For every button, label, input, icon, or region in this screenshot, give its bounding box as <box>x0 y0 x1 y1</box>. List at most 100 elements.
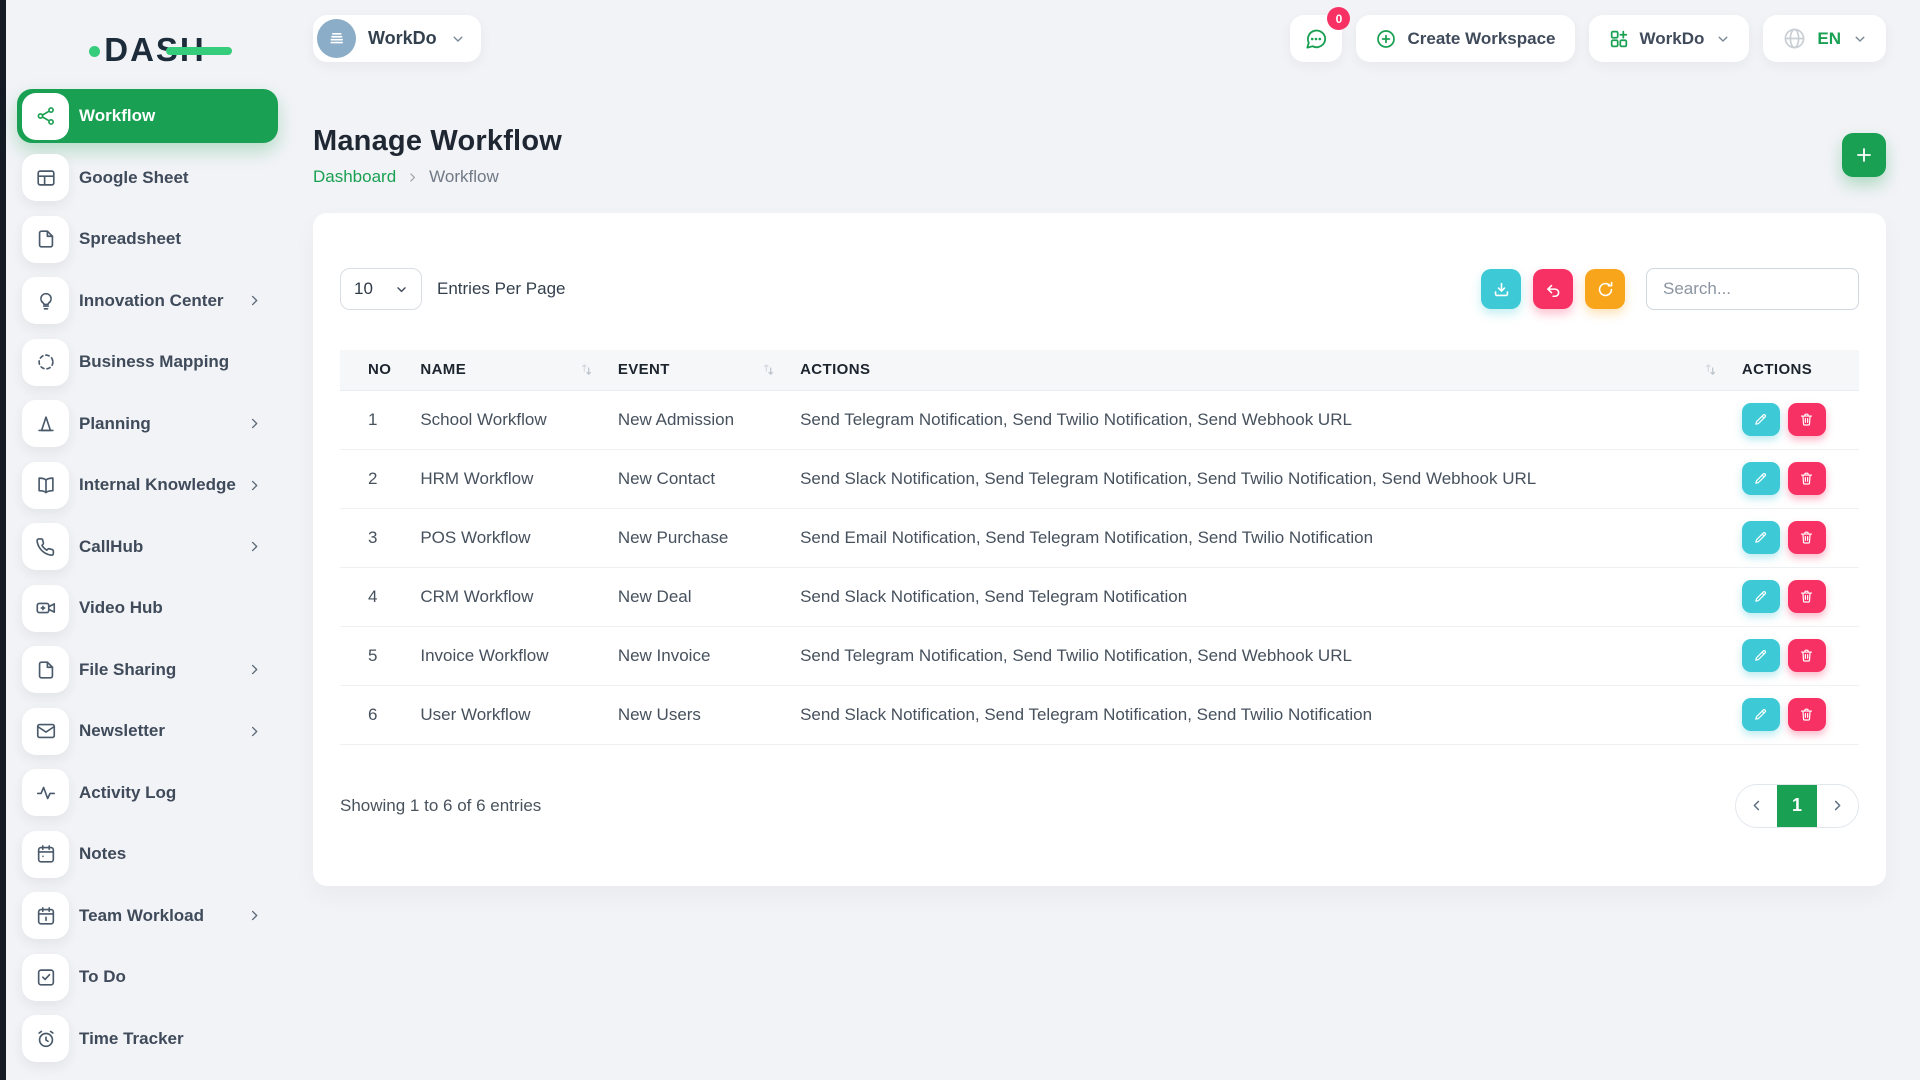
sidebar-item-innovation-center[interactable]: Innovation Center <box>17 274 278 328</box>
edit-button[interactable] <box>1742 462 1780 495</box>
table-row: 5 Invoice Workflow New Invoice Send Tele… <box>340 626 1859 685</box>
sidebar-item-label: Innovation Center <box>79 291 224 311</box>
sidebar-item-to-do[interactable]: To Do <box>17 950 278 1004</box>
add-workflow-button[interactable] <box>1842 133 1886 177</box>
workspace-switcher[interactable]: WorkDo <box>313 15 481 62</box>
cell-actions-text: Send Email Notification, Send Telegram N… <box>788 508 1730 567</box>
delete-button[interactable] <box>1788 580 1826 613</box>
workflow-table: NO NAME EVENT ACTIONS ACTIONS 1 School <box>340 350 1859 745</box>
logo-dot-accent <box>89 46 100 57</box>
sidebar-item-google-sheet[interactable]: Google Sheet <box>17 151 278 205</box>
pencil-icon <box>1753 412 1768 427</box>
breadcrumb-dashboard-link[interactable]: Dashboard <box>313 167 396 187</box>
pencil-icon <box>1753 530 1768 545</box>
sidebar-item-business-mapping[interactable]: Business Mapping <box>17 335 278 389</box>
row-actions <box>1742 462 1847 495</box>
sidebar-item-time-tracker[interactable]: Time Tracker <box>17 1012 278 1066</box>
chevron-right-icon <box>247 724 262 739</box>
pencil-icon <box>1753 648 1768 663</box>
pencil-icon <box>1753 589 1768 604</box>
sidebar-item-label: Activity Log <box>79 783 176 803</box>
refresh-button[interactable] <box>1585 269 1625 309</box>
edit-button[interactable] <box>1742 580 1780 613</box>
table-footer: Showing 1 to 6 of 6 entries 1 <box>340 784 1859 828</box>
edit-button[interactable] <box>1742 521 1780 554</box>
mail-icon <box>22 708 69 755</box>
sidebar-item-label: Time Tracker <box>79 1029 184 1049</box>
sidebar-item-internal-knowledge[interactable]: Internal Knowledge <box>17 458 278 512</box>
trash-icon <box>1799 707 1814 722</box>
delete-button[interactable] <box>1788 698 1826 731</box>
sidebar-item-label: Newsletter <box>79 721 165 741</box>
language-selector[interactable]: EN <box>1763 15 1886 62</box>
column-header-label: ACTIONS <box>1742 361 1812 378</box>
trash-icon <box>1799 471 1814 486</box>
table-row: 3 POS Workflow New Purchase Send Email N… <box>340 508 1859 567</box>
sidebar-item-team-workload[interactable]: Team Workload <box>17 889 278 943</box>
sidebar-item-notes[interactable]: Notes <box>17 827 278 881</box>
book-icon <box>22 462 69 509</box>
calendar-icon <box>22 892 69 939</box>
sidebar-item-label: Team Workload <box>79 906 204 926</box>
file-icon <box>22 646 69 693</box>
sidebar-item-workflow[interactable]: Workflow <box>17 89 278 143</box>
table-toolbar: 10 Entries Per Page <box>340 268 1859 310</box>
delete-button[interactable] <box>1788 521 1826 554</box>
column-header-label: NO <box>368 361 391 378</box>
chat-icon <box>1303 26 1329 52</box>
app-logo[interactable]: DASH <box>0 0 295 89</box>
sidebar-item-label: CallHub <box>79 537 143 557</box>
sidebar-item-spreadsheet[interactable]: Spreadsheet <box>17 212 278 266</box>
edit-button[interactable] <box>1742 403 1780 436</box>
chevron-right-icon <box>247 539 262 554</box>
cell-name: User Workflow <box>408 685 605 744</box>
previous-page-button[interactable] <box>1736 784 1777 828</box>
plus-circle-icon <box>1375 28 1397 50</box>
sort-icon[interactable] <box>579 362 594 377</box>
trash-icon <box>1799 589 1814 604</box>
sort-icon[interactable] <box>1703 362 1718 377</box>
sidebar-item-planning[interactable]: Planning <box>17 397 278 451</box>
column-header-label: ACTIONS <box>800 361 870 378</box>
current-page-button[interactable]: 1 <box>1777 784 1817 828</box>
edit-button[interactable] <box>1742 639 1780 672</box>
delete-button[interactable] <box>1788 639 1826 672</box>
main-content: WorkDo 0 Create Workspace WorkDo EN <box>295 0 1920 1080</box>
cell-event: New Invoice <box>606 626 788 685</box>
sidebar-item-callhub[interactable]: CallHub <box>17 520 278 574</box>
note-icon <box>22 831 69 878</box>
sidebar-item-video-hub[interactable]: Video Hub <box>17 581 278 635</box>
cell-name: Invoice Workflow <box>408 626 605 685</box>
column-header-label: EVENT <box>618 361 670 378</box>
entries-per-page-label: Entries Per Page <box>437 279 566 299</box>
pencil-icon <box>1753 471 1768 486</box>
messages-button[interactable]: 0 <box>1290 15 1342 62</box>
sidebar-item-label: Business Mapping <box>79 352 229 372</box>
next-page-button[interactable] <box>1817 784 1858 828</box>
create-workspace-button[interactable]: Create Workspace <box>1356 15 1574 62</box>
table-header-row: NO NAME EVENT ACTIONS ACTIONS <box>340 350 1859 390</box>
edit-button[interactable] <box>1742 698 1780 731</box>
sidebar-item-label: Planning <box>79 414 151 434</box>
showing-entries-text: Showing 1 to 6 of 6 entries <box>340 796 541 816</box>
reset-button[interactable] <box>1533 269 1573 309</box>
sidebar-item-newsletter[interactable]: Newsletter <box>17 704 278 758</box>
entries-per-page-value: 10 <box>354 279 373 299</box>
sort-icon[interactable] <box>761 362 776 377</box>
page-title: Manage Workflow <box>313 125 562 158</box>
delete-button[interactable] <box>1788 462 1826 495</box>
entries-per-page-select[interactable]: 10 <box>340 268 422 310</box>
chevron-right-icon <box>247 662 262 677</box>
sidebar-item-activity-log[interactable]: Activity Log <box>17 766 278 820</box>
sidebar-item-file-sharing[interactable]: File Sharing <box>17 643 278 697</box>
table-row: 6 User Workflow New Users Send Slack Not… <box>340 685 1859 744</box>
video-icon <box>22 585 69 632</box>
export-button[interactable] <box>1481 269 1521 309</box>
delete-button[interactable] <box>1788 403 1826 436</box>
workdo-apps-menu[interactable]: WorkDo <box>1589 15 1750 62</box>
language-code: EN <box>1817 29 1841 49</box>
cell-event: New Purchase <box>606 508 788 567</box>
cell-actions-text: Send Slack Notification, Send Telegram N… <box>788 449 1730 508</box>
sidebar-item-label: Workflow <box>79 106 155 126</box>
search-input[interactable] <box>1646 268 1859 310</box>
